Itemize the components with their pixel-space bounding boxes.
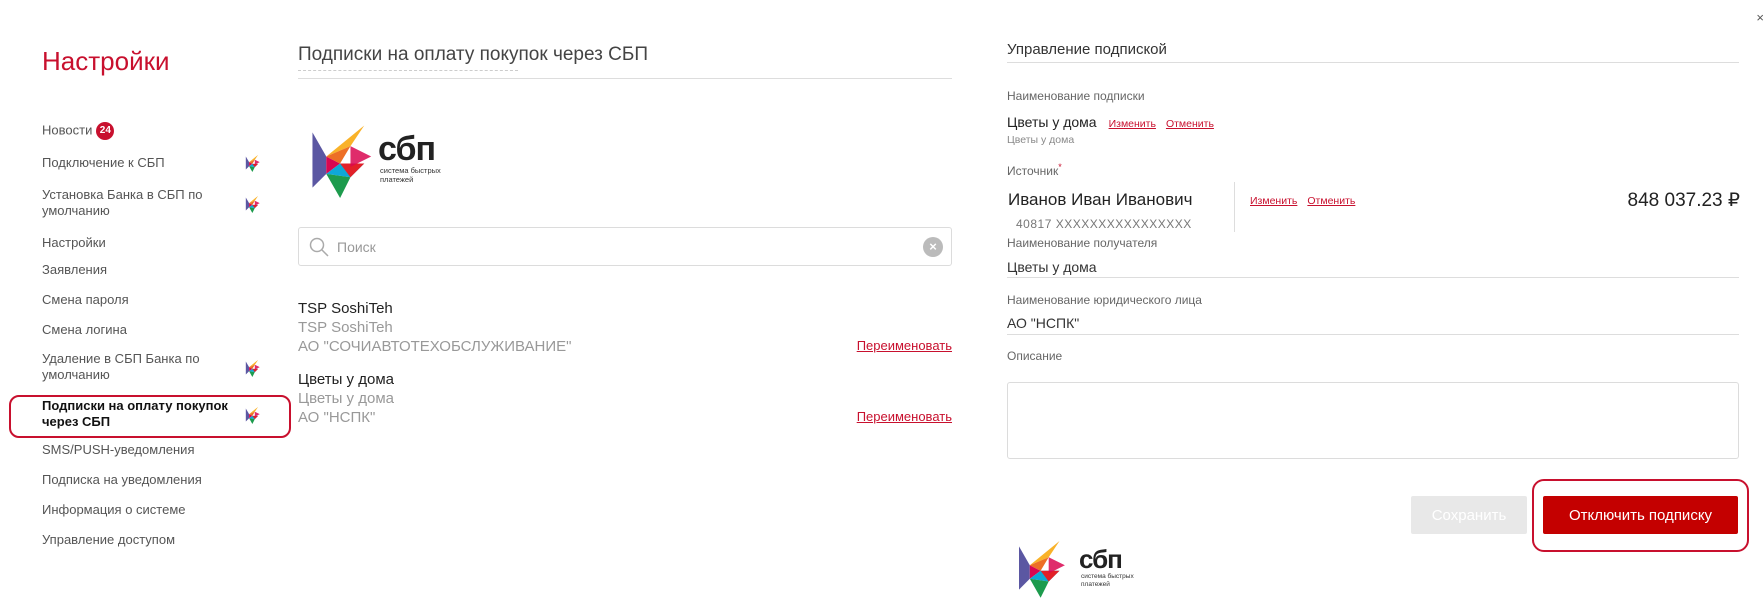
legal-entity-value: АО "НСПК" [1007, 315, 1080, 331]
subscription-alias: Цветы у дома [298, 390, 394, 407]
sbp-tagline: платежей [380, 175, 414, 184]
divider [1234, 182, 1235, 232]
sbp-tagline: платежей [1081, 581, 1110, 588]
sbp-logo: сбп система быстрых платежей [312, 122, 462, 200]
description-label: Описание [1007, 349, 1063, 363]
sidebar-item-default-bank[interactable]: Установка Банка в СБП по умолчанию [42, 187, 282, 219]
source-label: Источник [1007, 164, 1059, 178]
subscription-name-value: Цветы у дома [1007, 114, 1097, 130]
subscription-item[interactable]: TSP SoshiTeh TSP SoshiTeh АО "СОЧИАВТОТЕ… [298, 299, 952, 356]
divider [298, 78, 952, 79]
sidebar-item-label: Настройки [42, 235, 106, 250]
cancel-name-link[interactable]: Отменить [1166, 118, 1214, 130]
change-source-link[interactable]: Изменить [1250, 195, 1297, 207]
disable-subscription-button[interactable]: Отключить подписку [1543, 496, 1738, 534]
sidebar-item-label: Установка Банка в СБП по умолчанию [42, 187, 203, 218]
sidebar-item-sbp-connect[interactable]: Подключение к СБП [42, 155, 282, 171]
recipient-label: Наименование получателя [1007, 236, 1158, 250]
required-mark: * [1058, 162, 1062, 172]
account-number: 40817 XXXXXXXXXXXXXXXX [1016, 217, 1192, 231]
sidebar-item-change-password[interactable]: Смена пароля [42, 292, 282, 308]
subscription-name-subtext: Цветы у дома [1007, 134, 1075, 146]
account-balance: 848 037.23 ₽ [1627, 190, 1740, 211]
sidebar-item-label: Новости [42, 122, 93, 138]
page-title: Подписки на оплату покупок через СБП [298, 44, 648, 65]
subscription-item[interactable]: Цветы у дома Цветы у дома АО "НСПК" Пере… [298, 370, 952, 427]
sidebar-item-label: Удаление в СБП Банка по умолчанию [42, 351, 200, 382]
rename-link[interactable]: Переименовать [857, 336, 952, 355]
clear-search-icon[interactable]: × [923, 237, 943, 257]
divider [1007, 62, 1739, 63]
sidebar-item-change-login[interactable]: Смена логина [42, 322, 282, 338]
sbp-wordmark: сбп [1079, 544, 1123, 574]
save-button[interactable]: Сохранить [1411, 496, 1527, 534]
sidebar-item-sms-push[interactable]: SMS/PUSH-уведомления [42, 442, 282, 458]
subscription-org: АО "СОЧИАВТОТЕХОБСЛУЖИВАНИЕ" [298, 338, 572, 355]
cancel-source-link[interactable]: Отменить [1307, 195, 1355, 207]
payer-name: Иванов Иван Иванович [1008, 190, 1193, 209]
description-field[interactable] [1007, 382, 1739, 459]
subscription-name-row: Цветы у дома Изменить Отменить [1007, 114, 1214, 131]
search-icon [309, 237, 329, 257]
sbp-icon [312, 122, 382, 198]
source-actions: Изменить Отменить [1238, 191, 1355, 209]
sidebar-item-access-management[interactable]: Управление доступом [42, 532, 282, 548]
news-count-badge: 24 [96, 122, 115, 140]
recipient-value: Цветы у дома [1007, 259, 1097, 275]
source-label-row: Источник* [1007, 162, 1062, 178]
sbp-wordmark: сбп [378, 130, 436, 168]
sidebar-item-label: Управление доступом [42, 532, 176, 547]
search-box: × [298, 227, 952, 266]
sidebar-item-applications[interactable]: Заявления [42, 262, 282, 278]
divider [1007, 334, 1739, 335]
divider [298, 70, 518, 71]
sidebar-item-news[interactable]: Новости 24 [42, 122, 282, 140]
settings-title: Настройки [42, 46, 170, 76]
subscription-org: АО "НСПК" [298, 409, 376, 426]
change-name-link[interactable]: Изменить [1109, 118, 1156, 130]
sidebar-item-label: SMS/PUSH-уведомления [42, 442, 195, 457]
legal-entity-label: Наименование юридического лица [1007, 293, 1202, 307]
close-icon[interactable]: × [1756, 10, 1764, 25]
sidebar-item-notification-subscription[interactable]: Подписка на уведомления [42, 472, 282, 488]
subscription-name-label: Наименование подписки [1007, 89, 1145, 103]
active-item-highlight [9, 395, 291, 438]
sidebar-item-label: Заявления [42, 262, 108, 277]
sidebar-item-label: Смена пароля [42, 292, 129, 307]
sidebar-item-label: Смена логина [42, 322, 127, 337]
subscription-alias: TSP SoshiTeh [298, 319, 393, 336]
search-input[interactable] [337, 236, 897, 258]
sbp-icon [245, 195, 263, 213]
sidebar-item-label: Подписка на уведомления [42, 472, 202, 487]
sbp-icon [245, 359, 263, 377]
sbp-icon [245, 154, 263, 172]
sbp-tagline: система быстрых [380, 166, 441, 175]
sbp-icon [1019, 538, 1073, 598]
sbp-logo: сбп система быстрых платежей [1019, 538, 1159, 598]
subscription-name: Цветы у дома [298, 371, 394, 388]
rename-link[interactable]: Переименовать [857, 407, 952, 426]
sidebar-item-label: Подключение к СБП [42, 155, 165, 170]
sbp-tagline: система быстрых [1081, 573, 1134, 580]
subscription-name: TSP SoshiTeh [298, 300, 393, 317]
sidebar-item-remove-default-bank[interactable]: Удаление в СБП Банка по умолчанию [42, 351, 282, 383]
sidebar-item-label: Информация о системе [42, 502, 186, 517]
sidebar-item-settings[interactable]: Настройки [42, 235, 282, 251]
sidebar-item-system-info[interactable]: Информация о системе [42, 502, 282, 518]
panel-title: Управление подпиской [1007, 41, 1167, 58]
divider [1007, 277, 1739, 278]
